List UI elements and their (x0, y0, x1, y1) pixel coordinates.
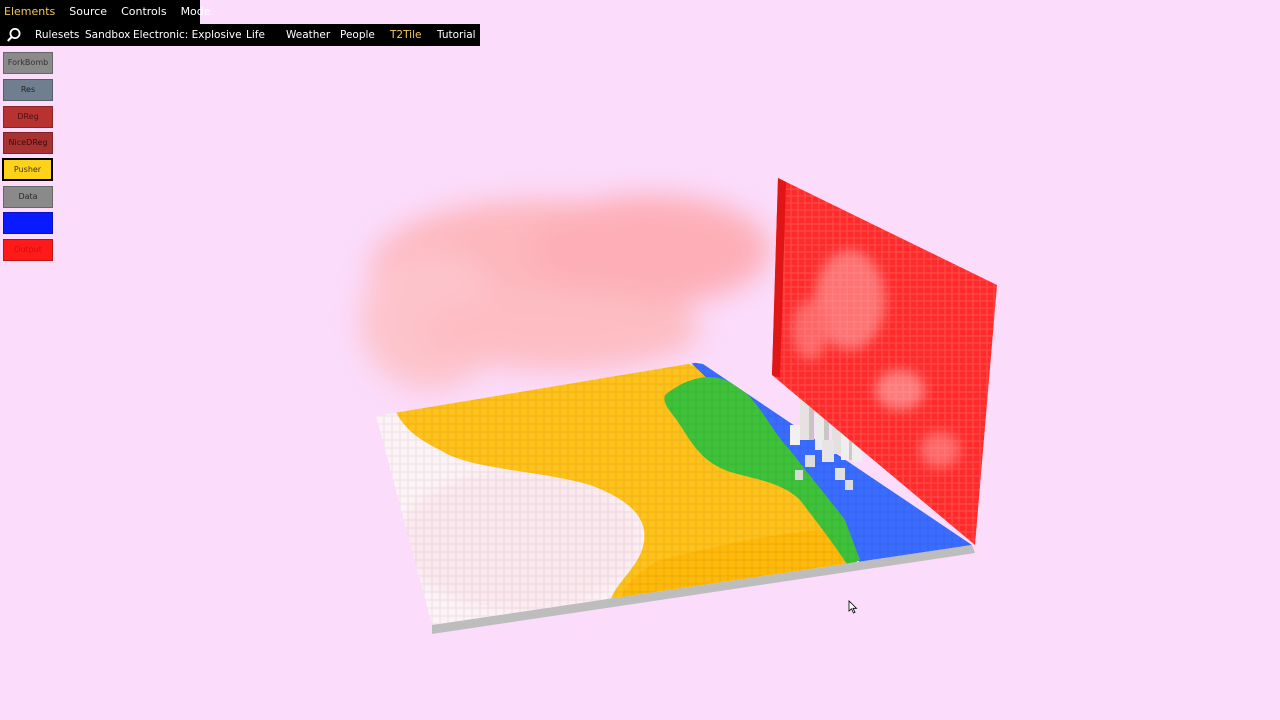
ruleset-life[interactable]: Life (246, 24, 265, 46)
menu-controls[interactable]: Controls (114, 0, 174, 24)
ruleset-sandbox[interactable]: Sandbox (85, 24, 130, 46)
menu-mode[interactable]: Mode (174, 0, 218, 24)
element-nicedreg[interactable]: NiceDReg (3, 132, 53, 154)
element-res[interactable]: Res (3, 79, 53, 101)
element-data[interactable]: Data (3, 186, 53, 208)
ruleset-t2tile[interactable]: T2Tile (390, 24, 421, 46)
menu-source[interactable]: Source (62, 0, 114, 24)
element-dreg[interactable]: DReg (3, 106, 53, 128)
simulation-viewport[interactable] (0, 0, 1280, 720)
main-menu: Elements Source Controls Mode (0, 0, 211, 24)
ruleset-weather[interactable]: Weather (286, 24, 330, 46)
output-fog (360, 195, 770, 390)
search-icon[interactable] (6, 27, 22, 43)
element-forkbomb[interactable]: ForkBomb (3, 52, 53, 74)
ruleset-bar: Rulesets Sandbox Electronic: Explosive L… (0, 24, 480, 46)
ruleset-tutorial[interactable]: Tutorial (437, 24, 476, 46)
element-input[interactable]: Input (3, 212, 53, 234)
ruleset-rulesets[interactable]: Rulesets (35, 24, 79, 46)
element-pusher[interactable]: Pusher (2, 158, 53, 181)
menu-elements[interactable]: Elements (0, 0, 62, 24)
element-output[interactable]: Output (3, 239, 53, 261)
ruleset-electronic-explosive[interactable]: Electronic: Explosive (133, 24, 242, 46)
ruleset-people[interactable]: People (340, 24, 375, 46)
mouse-cursor-icon (848, 600, 858, 614)
